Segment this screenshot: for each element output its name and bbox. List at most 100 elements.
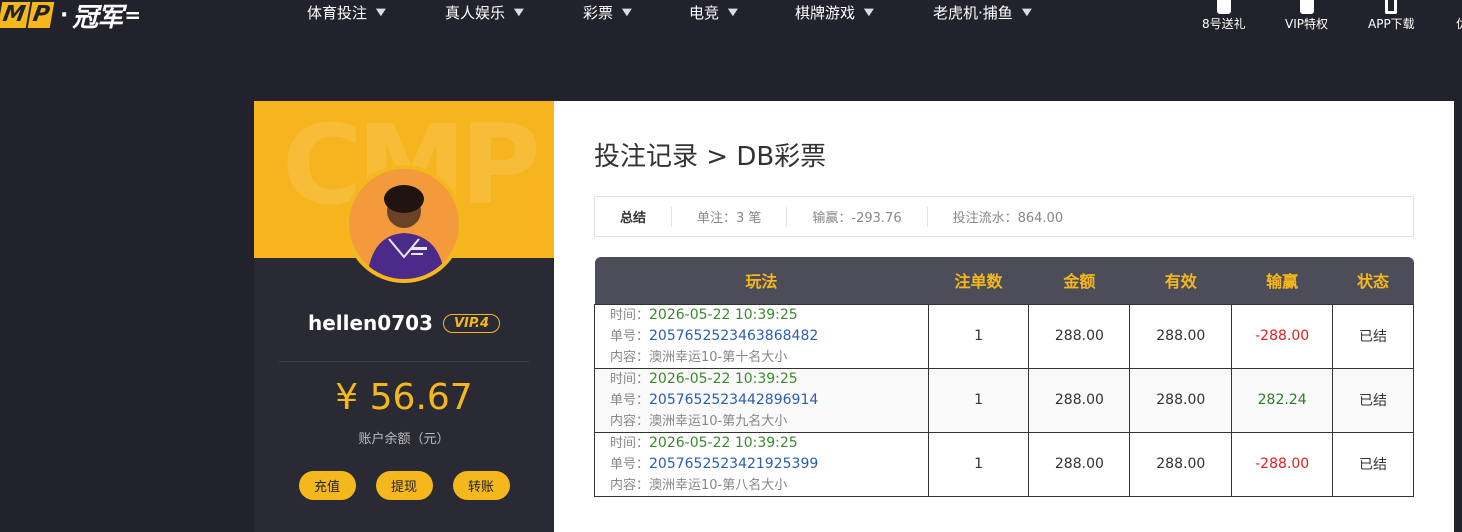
nav-slots-fishing[interactable]: 老虎机·捕鱼 ▼ <box>933 0 1032 24</box>
profile-card: CMP hellen0703 VIP.4 ¥ 56.67 账户余额（元） 充值 … <box>254 101 554 532</box>
transfer-button[interactable]: 转账 <box>452 471 510 500</box>
column-header-amount: 金额 <box>1028 257 1130 304</box>
util-label: 优 <box>1455 17 1462 31</box>
util-vip[interactable]: VIP特权 <box>1285 0 1328 40</box>
logo-letter-m: M <box>0 2 31 28</box>
site-logo[interactable]: MP · 冠军 = <box>0 0 142 33</box>
bet-content: 澳洲幸运10-第九名大小 <box>649 413 788 429</box>
summary-title: 总结 <box>595 206 673 227</box>
bet-result: 282.24 <box>1231 367 1334 433</box>
bet-count: 1 <box>927 303 1030 369</box>
chevron-down-icon: ▼ <box>727 6 738 18</box>
bet-info-cell: 时间：2026-05-22 10:39:25 单号：20576525234219… <box>594 431 929 497</box>
chevron-down-icon: ▼ <box>1021 6 1032 18</box>
time-label: 时间： <box>610 435 650 451</box>
order-no-label: 单号： <box>610 456 650 472</box>
column-header-count: 注单数 <box>928 257 1029 304</box>
content-label: 内容： <box>610 477 650 493</box>
bet-content: 澳洲幸运10-第八名大小 <box>649 477 788 493</box>
bet-records-table: 玩法 注单数 金额 有效 输赢 状态 时间：2026-05-22 10:39:2… <box>594 257 1414 497</box>
bet-records-panel: 投注记录 > DB彩票 总结 单注：3 笔 输赢：-293.76 投注流水：86… <box>554 101 1454 532</box>
nav-sports[interactable]: 体育投注 ▼ <box>307 0 386 24</box>
time-label: 时间： <box>610 307 650 323</box>
summary-profit: 输赢：-293.76 <box>787 206 928 227</box>
vip-badge[interactable]: VIP.4 <box>442 313 501 333</box>
logo-dot: · <box>60 2 69 28</box>
wallet-actions: 充值 提现 转账 <box>254 471 554 500</box>
content-label: 内容： <box>610 349 650 365</box>
chevron-down-icon: ▼ <box>863 6 874 18</box>
bet-order-no[interactable]: 2057652523463868482 <box>649 328 818 344</box>
util-gift[interactable]: 8号送礼 <box>1202 0 1246 40</box>
util-label: APP下载 <box>1368 17 1415 31</box>
table-row: 时间：2026-05-22 10:39:25 单号：20576525234638… <box>594 303 1414 369</box>
summary-bet-count: 单注：3 笔 <box>672 206 788 227</box>
bet-status: 已结 <box>1332 367 1414 433</box>
avatar[interactable] <box>345 165 463 283</box>
bet-time: 2026-05-22 10:39:25 <box>649 434 798 451</box>
bet-count: 1 <box>927 431 1030 497</box>
nav-card-games[interactable]: 棋牌游戏 ▼ <box>795 0 874 24</box>
breadcrumb: 投注记录 > DB彩票 <box>594 142 827 172</box>
nav-label: 电竞 <box>689 3 720 22</box>
logo-letter-p: P <box>27 2 55 28</box>
crown-icon <box>1299 0 1314 14</box>
column-header-result: 输赢 <box>1231 257 1333 304</box>
chevron-down-icon: ▼ <box>513 6 524 18</box>
bet-amount: 288.00 <box>1028 367 1131 433</box>
bet-valid: 288.00 <box>1129 367 1233 433</box>
order-no-label: 单号： <box>610 392 650 408</box>
username-row: hellen0703 VIP.4 <box>254 311 554 335</box>
column-header-valid: 有效 <box>1129 257 1232 304</box>
bet-amount: 288.00 <box>1028 303 1131 369</box>
bet-amount: 288.00 <box>1028 431 1131 497</box>
nav-label: 彩票 <box>583 3 614 22</box>
util-offer[interactable]: 优 <box>1455 0 1462 40</box>
nav-label: 棋牌游戏 <box>795 3 856 22</box>
nav-lottery[interactable]: 彩票 ▼ <box>583 0 632 24</box>
logo-mark: = <box>124 3 142 27</box>
gift-icon <box>1216 0 1231 14</box>
logo-brand-text: 冠军 <box>72 2 123 33</box>
column-header-status: 状态 <box>1332 257 1414 304</box>
summary-turnover: 投注流水：864.00 <box>952 211 1064 226</box>
bet-count: 1 <box>927 367 1030 433</box>
phone-icon <box>1385 0 1398 14</box>
withdraw-button[interactable]: 提现 <box>375 471 433 500</box>
bet-order-no[interactable]: 2057652523442896914 <box>649 392 818 408</box>
util-label: 8号送礼 <box>1202 17 1246 31</box>
time-label: 时间： <box>610 371 650 387</box>
account-balance: ¥ 56.67 <box>335 377 473 418</box>
bet-order-no[interactable]: 2057652523421925399 <box>649 456 818 472</box>
util-app-download[interactable]: APP下载 <box>1368 0 1415 40</box>
bet-content: 澳洲幸运10-第十名大小 <box>649 349 788 365</box>
bet-time: 2026-05-22 10:39:25 <box>649 306 798 323</box>
bet-time: 2026-05-22 10:39:25 <box>649 370 798 387</box>
chevron-down-icon: ▼ <box>621 6 632 18</box>
table-row: 时间：2026-05-22 10:39:25 单号：20576525234219… <box>594 431 1414 497</box>
bet-result: -288.00 <box>1231 303 1334 369</box>
top-navigation-bar: MP · 冠军 = 体育投注 ▼ 真人娱乐 ▼ 彩票 ▼ 电竞 ▼ 棋牌游戏 ▼ 老虎机·… <box>0 0 1462 44</box>
nav-label: 体育投注 <box>307 3 368 22</box>
deposit-button[interactable]: 充值 <box>298 471 356 500</box>
bet-status: 已结 <box>1332 303 1414 369</box>
table-header-row: 玩法 注单数 金额 有效 输赢 状态 <box>594 257 1414 304</box>
offer-icon <box>1455 0 1462 14</box>
nav-label: 老虎机·捕鱼 <box>933 3 1013 22</box>
column-header-play: 玩法 <box>594 257 929 304</box>
nav-label: 真人娱乐 <box>445 3 506 22</box>
bet-result: -288.00 <box>1231 431 1334 497</box>
balance-label: 账户余额（元） <box>358 432 450 447</box>
nav-esports[interactable]: 电竞 ▼ <box>689 0 738 24</box>
bet-info-cell: 时间：2026-05-22 10:39:25 单号：20576525234638… <box>594 303 929 369</box>
username: hellen0703 <box>307 311 433 335</box>
bet-valid: 288.00 <box>1129 431 1233 497</box>
summary-bar: 总结 单注：3 笔 输赢：-293.76 投注流水：864.00 <box>594 196 1414 237</box>
bet-status: 已结 <box>1332 431 1414 497</box>
table-row: 时间：2026-05-22 10:39:25 单号：20576525234428… <box>594 367 1414 433</box>
order-no-label: 单号： <box>610 328 650 344</box>
content-label: 内容： <box>610 413 650 429</box>
bet-info-cell: 时间：2026-05-22 10:39:25 单号：20576525234428… <box>594 367 929 433</box>
divider <box>279 361 529 362</box>
nav-live-casino[interactable]: 真人娱乐 ▼ <box>445 0 524 24</box>
